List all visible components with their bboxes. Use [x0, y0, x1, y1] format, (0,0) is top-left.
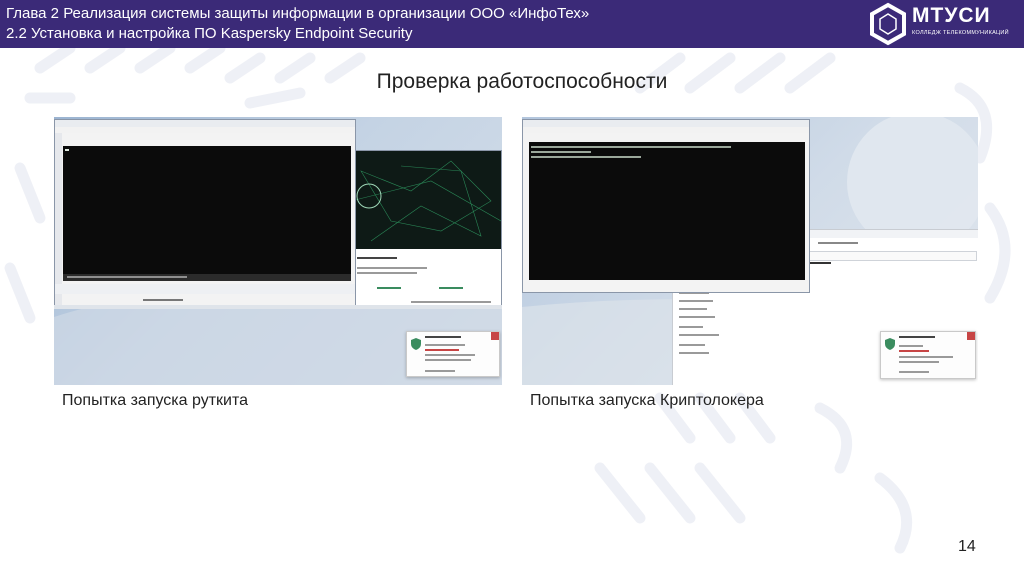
- shield-icon: [411, 338, 421, 350]
- logo-hexagon-icon: [870, 2, 906, 46]
- kaspersky-window: [350, 150, 502, 308]
- terminal-output: [63, 146, 351, 274]
- shield-icon: [885, 338, 895, 350]
- mtuci-logo: МТУСИ КОЛЛЕДЖ ТЕЛЕКОММУНИКАЦИЙ: [868, 2, 1018, 46]
- cryptolocker-screenshot: [522, 117, 978, 385]
- cryptolocker-caption: Попытка запуска Криптолокера: [530, 392, 764, 409]
- slide-header: Глава 2 Реализация системы защиты информ…: [0, 0, 1024, 48]
- chapter-title: Глава 2 Реализация системы защиты информ…: [6, 5, 590, 22]
- terminal-window: [54, 119, 356, 307]
- network-graphic: [351, 151, 501, 249]
- rootkit-caption: Попытка запуска руткита: [62, 392, 249, 409]
- section-title: 2.2 Установка и настройка ПО Kaspersky E…: [6, 25, 413, 42]
- logo-name: МТУСИ: [912, 4, 991, 27]
- terminal-output: [529, 142, 805, 280]
- logo-subtitle: КОЛЛЕДЖ ТЕЛЕКОММУНИКАЦИЙ: [912, 30, 1009, 36]
- slide-title: Проверка работоспособности: [376, 70, 668, 93]
- page-number: 14: [958, 538, 976, 555]
- terminal-window: [522, 119, 810, 293]
- threat-notification: [880, 331, 976, 379]
- rootkit-screenshot: [54, 117, 502, 385]
- threat-notification: [406, 331, 500, 377]
